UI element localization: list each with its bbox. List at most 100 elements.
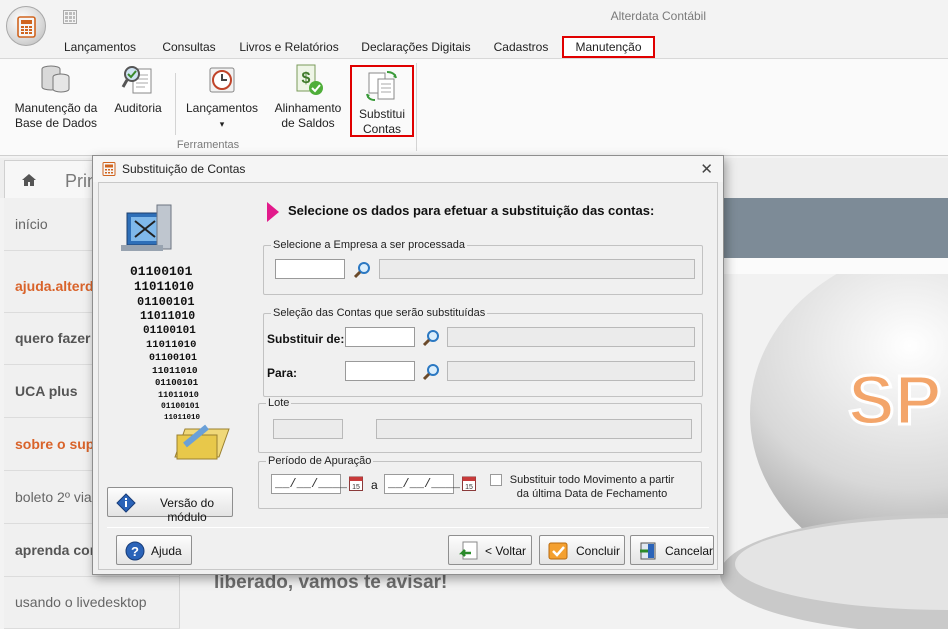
calendar-icon[interactable]: 15 xyxy=(462,475,476,491)
button-label: Versão do módulo xyxy=(159,496,215,524)
conta-to-code-input[interactable] xyxy=(345,361,415,381)
concluir-button[interactable]: Concluir xyxy=(539,535,625,565)
dialog-title: Substituição de Contas xyxy=(122,162,246,176)
headline-arrow-icon xyxy=(267,202,279,222)
swap-documents-icon xyxy=(366,71,397,101)
svg-text:$: $ xyxy=(302,70,311,87)
database-icon xyxy=(41,65,70,93)
lote-name-field xyxy=(376,419,692,439)
empresa-legend: Selecione a Empresa a ser processada xyxy=(273,239,465,251)
menu-cadastros[interactable]: Cadastros xyxy=(488,36,554,58)
empresa-code-input[interactable] xyxy=(275,259,345,279)
app-logo-icon xyxy=(17,16,36,38)
check-icon xyxy=(548,542,568,560)
info-icon xyxy=(116,493,136,513)
svg-text:01100101: 01100101 xyxy=(155,378,199,388)
title-bar: Alterdata Contábil xyxy=(0,0,948,46)
lote-code-field xyxy=(273,419,343,439)
button-label: < Voltar xyxy=(485,544,527,558)
periodo-separator: a xyxy=(371,478,378,492)
menu-livros-relatorios[interactable]: Livros e Relatórios xyxy=(234,36,344,58)
menu-bar: Lançamentos Consultas Livros e Relatório… xyxy=(0,36,948,58)
svg-text:?: ? xyxy=(131,544,139,559)
help-icon: ? xyxy=(125,541,145,561)
svg-text:01100101: 01100101 xyxy=(161,402,200,411)
banner-text: liberado, vamos te avisar! xyxy=(214,572,448,593)
svg-text:11011010: 11011010 xyxy=(146,339,196,351)
ribbon-lancamentos-button[interactable]: Lançamentos ▾ xyxy=(184,63,260,132)
ribbon-label: Base de Dados xyxy=(14,116,98,130)
ribbon-label: Auditoria xyxy=(114,101,162,115)
ribbon-substitui-contas-button[interactable]: Substitui Contas xyxy=(350,65,414,137)
cancelar-button[interactable]: Cancelar xyxy=(630,535,714,565)
svg-text:01100101: 01100101 xyxy=(143,325,196,337)
calendar-icon[interactable]: 15 xyxy=(349,475,363,491)
ultima-data-checkbox[interactable] xyxy=(490,474,502,486)
versao-modulo-button[interactable]: Versão do módulo xyxy=(107,487,233,524)
search-icon[interactable] xyxy=(353,261,371,279)
substituicao-contas-dialog: Substituição de Contas ✕ 01100101 110110… xyxy=(92,155,724,575)
periodo-end-input[interactable]: __/__/____ xyxy=(384,474,460,494)
checkbox-label: Substituir todo Movimento a partir da últ… xyxy=(509,474,675,500)
close-icon[interactable]: ✕ xyxy=(700,160,713,178)
ribbon-label: Alinhamento xyxy=(274,101,342,115)
button-label: Cancelar xyxy=(665,544,714,558)
ribbon-label: Lançamentos xyxy=(185,101,259,115)
audit-icon xyxy=(121,66,152,94)
ribbon-alinhamento-saldos-button[interactable]: $ Alinhamento de Saldos xyxy=(270,63,346,131)
contas-group: Seleção das Contas que serão substituída… xyxy=(263,307,703,397)
button-label: Ajuda xyxy=(151,544,182,558)
svg-text:15: 15 xyxy=(352,484,360,491)
svg-text:01100101: 01100101 xyxy=(137,295,195,309)
svg-text:11011010: 11011010 xyxy=(140,310,195,323)
svg-text:11011010: 11011010 xyxy=(158,390,199,400)
contas-legend: Seleção das Contas que serão substituída… xyxy=(273,307,486,319)
svg-text:15: 15 xyxy=(465,484,473,491)
button-label: Concluir xyxy=(576,544,621,558)
svg-text:01100101: 01100101 xyxy=(130,264,193,279)
periodo-legend: Período de Apuração xyxy=(268,455,372,467)
ribbon-group-label: Ferramentas xyxy=(176,139,240,151)
empresa-name-field xyxy=(379,259,695,279)
home-icon xyxy=(22,174,36,186)
app-title: Alterdata Contábil xyxy=(610,9,706,23)
ribbon-label: de Saldos xyxy=(281,116,335,130)
conta-from-name-field xyxy=(447,327,695,347)
binary-art: 01100101 11011010 01100101 11011010 0110… xyxy=(130,264,201,422)
para-label: Para: xyxy=(267,366,298,380)
back-arrow-icon xyxy=(458,541,478,560)
dialog-body: 01100101 11011010 01100101 11011010 0110… xyxy=(98,182,718,570)
art-text: SP xyxy=(848,361,941,439)
computer-binary-icon: 01100101 11011010 01100101 11011010 0110… xyxy=(121,204,230,460)
ribbon-label: Substitui xyxy=(358,107,406,121)
svg-text:11011010: 11011010 xyxy=(164,414,201,422)
lote-legend: Lote xyxy=(268,397,290,409)
periodo-start-input[interactable]: __/__/____ xyxy=(271,474,347,494)
sidebar-item-livedesktop[interactable]: usando o livedesktop xyxy=(4,576,180,629)
ribbon-group-separator xyxy=(416,63,417,151)
menu-manutencao[interactable]: Manutenção xyxy=(562,36,655,58)
search-icon[interactable] xyxy=(422,329,440,347)
svg-text:11011010: 11011010 xyxy=(152,365,198,376)
conta-from-code-input[interactable] xyxy=(345,327,415,347)
menu-declaracoes-digitais[interactable]: Declarações Digitais xyxy=(355,36,477,58)
exit-door-icon xyxy=(640,542,656,560)
ribbon-label: Contas xyxy=(362,122,402,136)
tab-home[interactable]: Prin xyxy=(4,160,97,198)
menu-lancamentos[interactable]: Lançamentos xyxy=(56,36,144,58)
ajuda-button[interactable]: ? Ajuda xyxy=(116,535,192,565)
ribbon-label: ▾ xyxy=(219,119,225,129)
voltar-button[interactable]: < Voltar xyxy=(448,535,532,565)
ribbon-separator xyxy=(175,73,176,135)
ribbon: Manutenção da Base de Dados Auditoria La… xyxy=(0,58,948,156)
clock-icon xyxy=(209,67,235,93)
menu-consultas[interactable]: Consultas xyxy=(156,36,222,58)
app-menu-button[interactable] xyxy=(6,6,46,46)
ribbon-manutencao-base-button[interactable]: Manutenção da Base de Dados xyxy=(10,63,102,131)
ribbon-auditoria-button[interactable]: Auditoria xyxy=(110,63,166,116)
dialog-separator xyxy=(107,527,709,528)
svg-text:11011010: 11011010 xyxy=(134,280,194,294)
money-check-icon: $ xyxy=(296,64,323,95)
dialog-app-icon xyxy=(102,162,116,176)
search-icon[interactable] xyxy=(422,363,440,381)
